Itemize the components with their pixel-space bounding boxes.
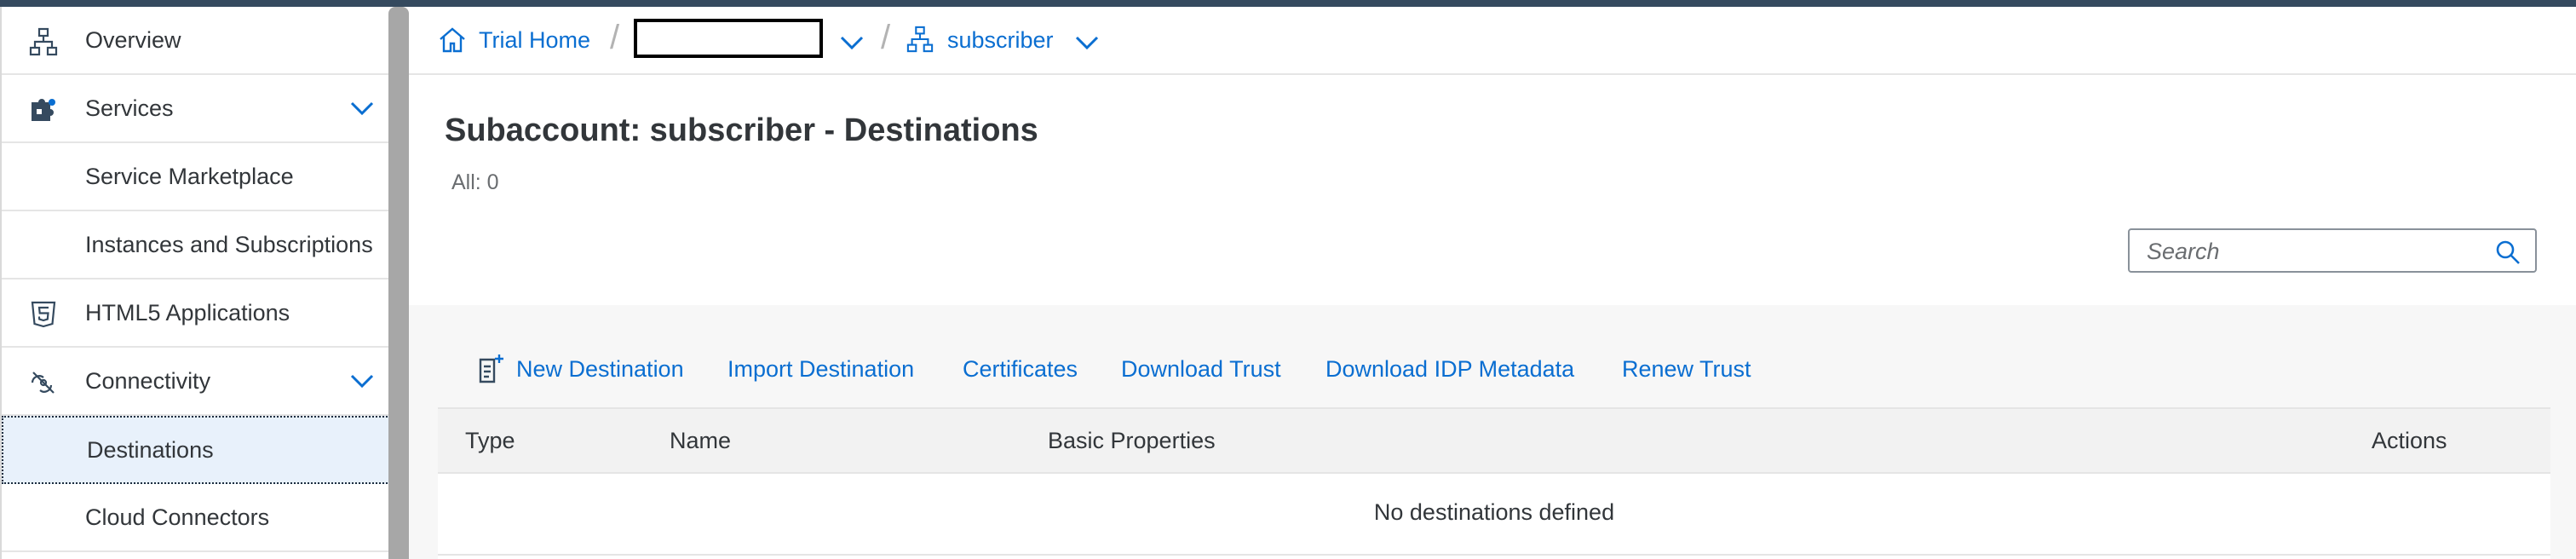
renew-trust-button[interactable]: Renew Trust [1622,356,1751,383]
sidebar-item-destinations[interactable]: Destinations [2,416,390,484]
sidebar-item-html5-applications[interactable]: HTML5 Applications [2,280,390,348]
table-header: Type Name Basic Properties Actions [438,409,2550,474]
search-icon[interactable] [2494,239,2521,266]
sidebar-item-services[interactable]: Services [2,75,390,143]
certificates-button[interactable]: Certificates [963,356,1078,383]
import-destination-button[interactable]: Import Destination [727,356,914,383]
sidebar-item-label: Service Marketplace [85,163,294,189]
chevron-down-icon[interactable] [349,99,375,118]
search-field[interactable] [2128,228,2537,273]
sidebar-item-label: Services [85,95,174,121]
column-header-type[interactable]: Type [465,428,515,454]
sidebar-item-connectivity[interactable]: Connectivity [2,348,390,416]
empty-table-message: No destinations defined [1373,499,1615,525]
sidebar-item-label: Destinations [87,436,214,463]
download-idp-metadata-button[interactable]: Download IDP Metadata [1325,356,1574,383]
breadcrumb-global-account-redacted[interactable] [634,19,823,58]
sidebar-item-label: Overview [85,26,181,53]
search-input[interactable] [2147,237,2479,266]
breadcrumb-subaccount-link[interactable]: subscriber [947,27,1054,54]
download-trust-button[interactable]: Download Trust [1121,356,1281,383]
sidebar-item-label: Connectivity [85,367,211,394]
sidebar-scrollbar[interactable] [388,7,409,559]
html5-icon [31,301,56,328]
chevron-down-icon[interactable] [840,34,864,51]
puzzle-icon [32,99,55,121]
sidebar-item-cloud-connectors[interactable]: Cloud Connectors [2,484,390,552]
chevron-down-icon[interactable] [349,372,375,390]
sidebar-item-instances-subscriptions[interactable]: Instances and Subscriptions [2,211,390,280]
side-navigation: Overview Services Service Marketplace In… [0,7,390,559]
breadcrumb: Trial Home / / subscriber [409,7,2576,75]
destinations-table: Type Name Basic Properties Actions No de… [438,407,2550,559]
column-header-name[interactable]: Name [670,428,731,454]
shell-top-bar [0,0,2576,7]
org-chart-icon [29,27,58,56]
sidebar-item-label: HTML5 Applications [85,299,290,326]
new-document-icon[interactable] [475,353,506,385]
column-header-actions: Actions [2372,428,2447,453]
destinations-count: All: 0 [451,170,499,194]
sidebar-item-service-marketplace[interactable]: Service Marketplace [2,143,390,211]
table-row: No destinations defined [438,474,2550,556]
sidebar-item-label: Cloud Connectors [85,504,270,530]
chevron-down-icon[interactable] [1075,34,1099,51]
sidebar-item-label: Instances and Subscriptions [85,231,373,257]
home-icon[interactable] [438,26,467,55]
breadcrumb-separator: / [610,19,620,56]
new-destination-button[interactable]: New Destination [516,356,684,383]
breadcrumb-separator: / [881,19,891,56]
connectivity-icon [31,372,55,394]
org-chart-icon [906,26,934,53]
page-title: Subaccount: subscriber - Destinations [445,112,1038,148]
breadcrumb-trial-home-link[interactable]: Trial Home [479,27,590,54]
column-header-basic-properties[interactable]: Basic Properties [1048,428,1216,454]
sidebar-item-overview[interactable]: Overview [2,7,390,75]
